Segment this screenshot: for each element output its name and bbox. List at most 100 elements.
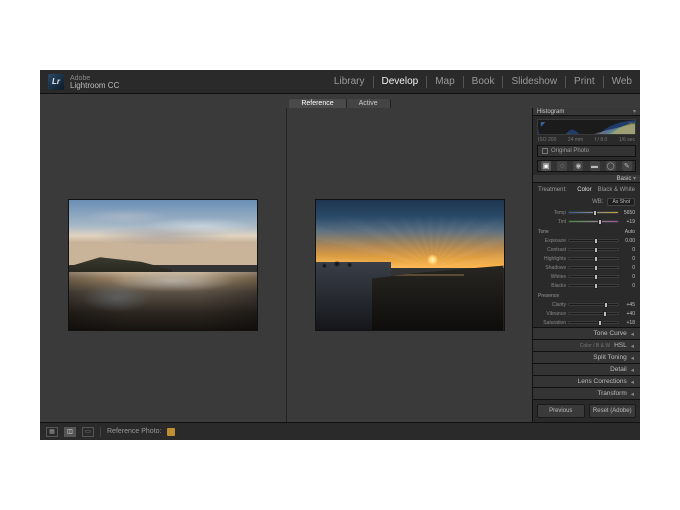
slider-value[interactable]: 0 xyxy=(621,247,635,253)
lightroom-logo-icon: Lr xyxy=(48,74,64,90)
slider-value[interactable]: +18 xyxy=(621,320,635,326)
slider-value[interactable]: 0 xyxy=(621,265,635,271)
reference-pane[interactable] xyxy=(40,108,286,422)
slider-knob[interactable] xyxy=(603,311,607,317)
slider-label: Vibrance xyxy=(538,311,566,317)
active-pane[interactable] xyxy=(286,108,532,422)
slider-knob[interactable] xyxy=(594,247,598,253)
view-before-after-button[interactable]: ▭ xyxy=(82,427,94,437)
slider-track[interactable] xyxy=(568,257,619,260)
module-map[interactable]: Map xyxy=(435,76,454,88)
tab-reference[interactable]: Reference xyxy=(289,99,346,108)
compare-tabs-row: Reference Active xyxy=(40,94,640,108)
slider-track[interactable] xyxy=(568,312,619,315)
chevron-left-icon: ◂ xyxy=(631,378,634,386)
histogram-meta: ISO 20024 mmf / 8.01/6 sec xyxy=(533,137,640,145)
basic-header[interactable]: Basic ▾ xyxy=(533,175,640,183)
slider-clarity: Clarity+45 xyxy=(538,300,635,309)
slider-knob[interactable] xyxy=(594,238,598,244)
reference-photo xyxy=(69,200,257,330)
slider-value[interactable]: +45 xyxy=(621,302,635,308)
tab-active[interactable]: Active xyxy=(347,99,391,108)
view-loupe-button[interactable]: ▦ xyxy=(46,427,58,437)
slider-label: Shadows xyxy=(538,265,566,271)
slider-knob[interactable] xyxy=(598,320,602,326)
basic-panel: Treatment: Color Black & White WB: As Sh… xyxy=(533,183,640,327)
module-web[interactable]: Web xyxy=(612,76,632,88)
slider-value[interactable]: 5650 xyxy=(621,210,635,216)
chevron-left-icon: ◂ xyxy=(631,354,634,362)
auto-tone-button[interactable]: Auto xyxy=(625,229,635,235)
slider-label: Saturation xyxy=(538,320,566,326)
previous-button[interactable]: Previous xyxy=(537,404,585,418)
module-book[interactable]: Book xyxy=(472,76,495,88)
slider-label: Tint xyxy=(538,219,566,225)
slider-exposure: Exposure0.00 xyxy=(538,236,635,245)
slider-label: Blacks xyxy=(538,283,566,289)
slider-knob[interactable] xyxy=(594,283,598,289)
slider-knob[interactable] xyxy=(594,274,598,280)
slider-track[interactable] xyxy=(568,275,619,278)
chevron-left-icon: ◂ xyxy=(631,366,634,374)
redeye-tool-icon[interactable]: ◉ xyxy=(573,161,583,171)
tone-label: Tone xyxy=(538,229,549,235)
brand: Lr Adobe Lightroom CC xyxy=(48,74,119,90)
original-photo-row[interactable]: Original Photo xyxy=(537,145,636,157)
compare-viewer xyxy=(40,108,532,422)
checkbox-icon[interactable] xyxy=(542,148,548,154)
panel-detail[interactable]: Detail◂ xyxy=(533,363,640,375)
slider-value[interactable]: 0.00 xyxy=(621,238,635,244)
brush-tool-icon[interactable]: ✎ xyxy=(622,161,632,171)
view-reference-button[interactable]: ◫ xyxy=(64,427,76,437)
slider-track[interactable] xyxy=(568,303,619,306)
histogram[interactable]: ◤ ◥ xyxy=(537,119,636,135)
slider-value[interactable]: +40 xyxy=(621,311,635,317)
grad-tool-icon[interactable]: ▬ xyxy=(590,161,600,171)
module-print[interactable]: Print xyxy=(574,76,595,88)
reset-button[interactable]: Reset (Adobe) xyxy=(589,404,637,418)
basic-title: Basic xyxy=(617,176,632,182)
panel-transform[interactable]: Transform◂ xyxy=(533,387,640,399)
treatment-color[interactable]: Color xyxy=(577,187,591,193)
slider-track[interactable] xyxy=(568,284,619,287)
reference-swatch-icon[interactable] xyxy=(167,428,175,436)
module-library[interactable]: Library xyxy=(334,76,365,88)
panel-hsl[interactable]: Color / B & WHSL◂ xyxy=(533,339,640,351)
spot-tool-icon[interactable]: ◌ xyxy=(557,161,567,171)
module-develop[interactable]: Develop xyxy=(382,76,419,88)
slider-knob[interactable] xyxy=(604,302,608,308)
crop-tool-icon[interactable]: ▣ xyxy=(541,161,551,171)
slider-highlights: Highlights0 xyxy=(538,254,635,263)
slider-shadows: Shadows 0 xyxy=(538,263,635,272)
wb-row: WB: As Shot xyxy=(538,197,635,207)
history-buttons: Previous Reset (Adobe) xyxy=(533,399,640,422)
slider-value[interactable]: 0 xyxy=(621,283,635,289)
presence-label: Presence xyxy=(538,293,559,299)
slider-knob[interactable] xyxy=(594,256,598,262)
slider-vibrance: Vibrance +40 xyxy=(538,309,635,318)
slider-track[interactable] xyxy=(568,266,619,269)
slider-track[interactable] xyxy=(568,239,619,242)
slider-value[interactable]: 0 xyxy=(621,256,635,262)
slider-track[interactable] xyxy=(568,321,619,324)
panel-lens-corrections[interactable]: Lens Corrections◂ xyxy=(533,375,640,387)
slider-track[interactable] xyxy=(568,211,619,214)
panel-tone-curve[interactable]: Tone Curve◂ xyxy=(533,327,640,339)
slider-value[interactable]: 0 xyxy=(621,274,635,280)
slider-knob[interactable] xyxy=(593,210,597,216)
wb-dropdown[interactable]: As Shot xyxy=(607,198,635,206)
lightroom-window: Lr Adobe Lightroom CC Library Develop Map B… xyxy=(40,70,640,440)
slider-temp: Temp5650 xyxy=(538,208,635,217)
module-picker: Library Develop Map Book Slideshow Print Web xyxy=(334,76,632,88)
slider-value[interactable]: +19 xyxy=(621,219,635,225)
slider-track[interactable] xyxy=(568,248,619,251)
slider-track[interactable] xyxy=(568,220,619,223)
slider-whites: Whites0 xyxy=(538,272,635,281)
module-slideshow[interactable]: Slideshow xyxy=(511,76,557,88)
treatment-bw[interactable]: Black & White xyxy=(598,187,635,193)
slider-knob[interactable] xyxy=(594,265,598,271)
histogram-header[interactable]: Histogram ▾ xyxy=(533,108,640,116)
slider-knob[interactable] xyxy=(598,219,602,225)
radial-tool-icon[interactable]: ◯ xyxy=(606,161,616,171)
panel-split-toning[interactable]: Split Toning◂ xyxy=(533,351,640,363)
